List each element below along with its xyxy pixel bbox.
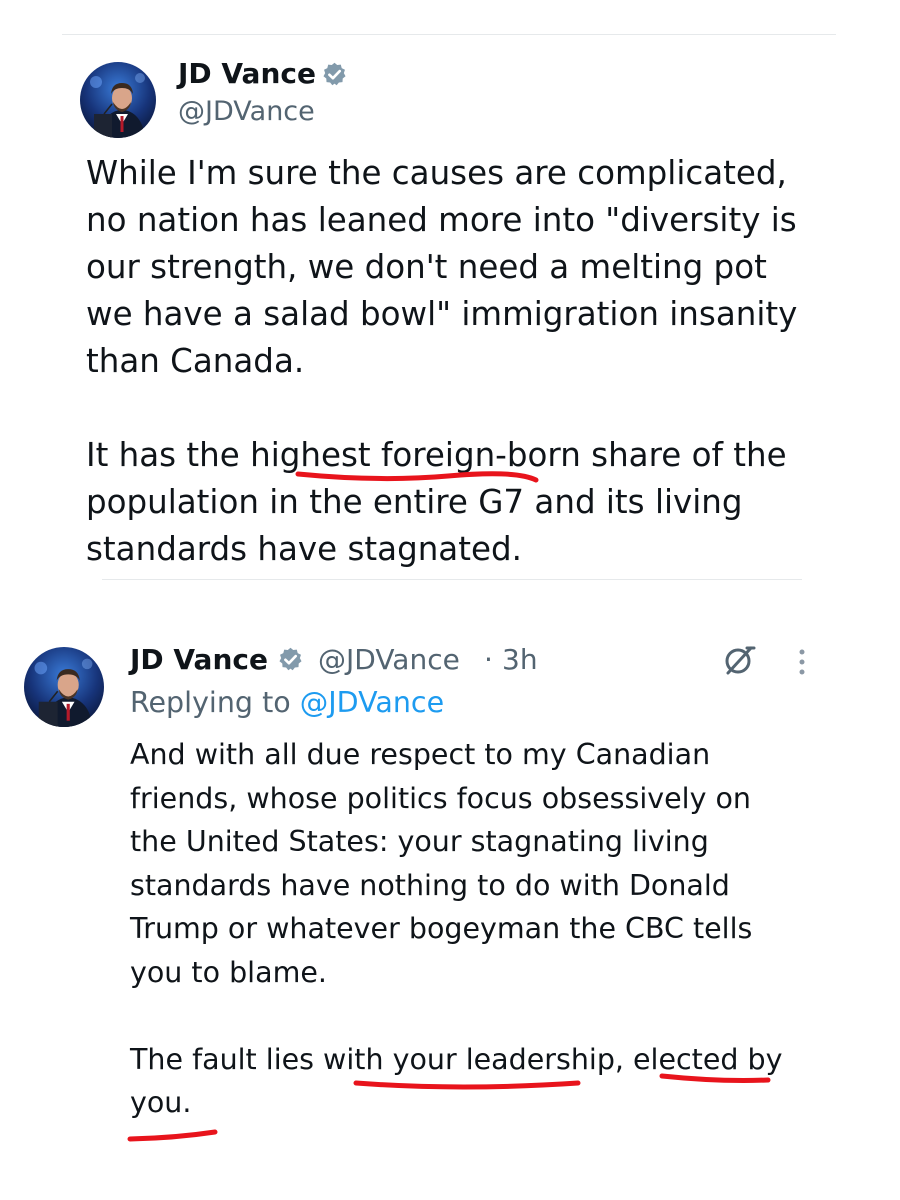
author-handle[interactable]: @JDVance <box>178 96 315 127</box>
timestamp[interactable]: 3h <box>502 643 538 676</box>
avatar[interactable] <box>24 647 104 727</box>
meta-separator: · <box>484 643 493 676</box>
grok-icon[interactable] <box>719 640 759 684</box>
more-options-icon[interactable] <box>796 647 808 681</box>
replying-prefix: Replying to <box>130 686 291 719</box>
replying-mention-link[interactable]: @JDVance <box>300 686 444 719</box>
tweet-text: And with all due respect to my Canadian … <box>130 738 783 1119</box>
verified-badge-icon <box>277 646 304 677</box>
author-handle[interactable]: @JDVance <box>318 643 460 676</box>
replying-to: Replying to @JDVance <box>130 686 444 719</box>
tweet-divider <box>102 579 802 580</box>
author-name[interactable]: JD Vance <box>130 643 268 676</box>
top-divider <box>62 34 836 35</box>
verified-badge-icon <box>321 61 348 92</box>
avatar[interactable] <box>80 62 156 138</box>
tweet-text: While I'm sure the causes are complicate… <box>86 154 798 568</box>
avatar-photo <box>24 647 104 727</box>
author-name[interactable]: JD Vance <box>178 57 316 90</box>
avatar-photo <box>80 62 156 138</box>
